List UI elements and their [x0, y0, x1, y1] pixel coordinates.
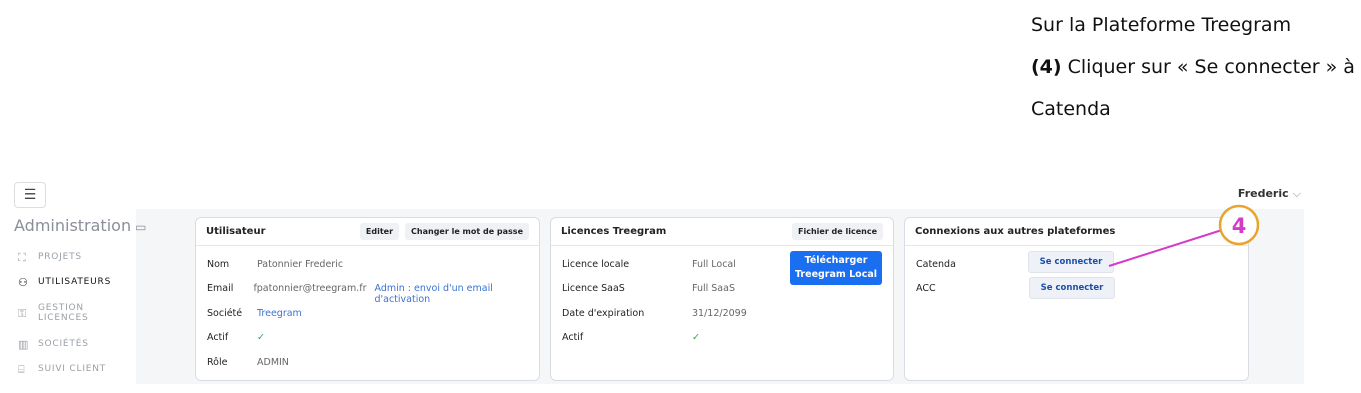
annotation-step-label: 4: [1232, 214, 1247, 238]
annotation-overlay: 4: [1108, 204, 1260, 267]
annotation-pointer-line: [1108, 229, 1223, 267]
